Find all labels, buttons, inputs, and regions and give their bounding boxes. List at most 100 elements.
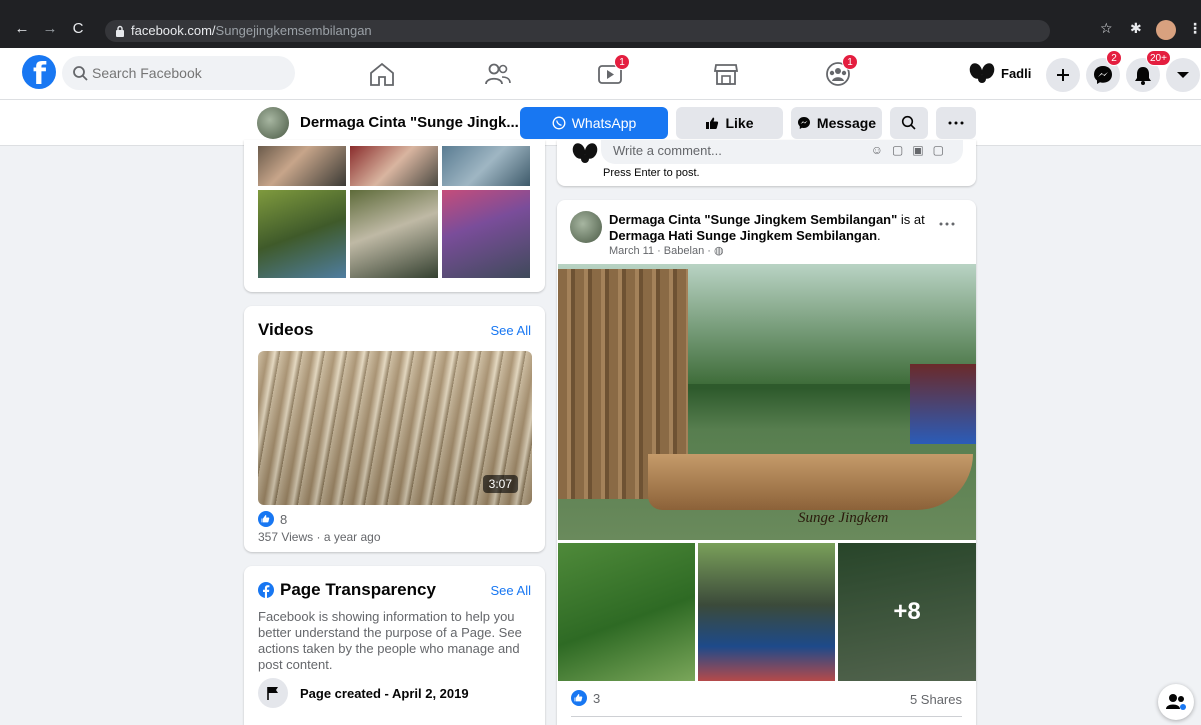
globe-icon: ◍ <box>713 245 724 257</box>
whatsapp-icon <box>552 116 566 130</box>
post-card: Dermaga Cinta "Sunge Jingkem Sembilangan… <box>557 200 976 725</box>
post-more-icon[interactable] <box>939 222 955 226</box>
commenter-avatar <box>572 143 598 163</box>
page-transparency-card: Page Transparency See All Facebook is sh… <box>244 566 545 725</box>
profile-shortcut[interactable]: Fadli <box>968 58 1031 88</box>
post-location-link[interactable]: Dermaga Hati Sunge Jingkem Sembilangan <box>609 228 877 243</box>
home-icon[interactable] <box>366 58 398 90</box>
page-more-button[interactable] <box>936 107 976 139</box>
contacts-icon <box>1166 694 1186 710</box>
flag-icon-wrap <box>258 678 288 708</box>
transparency-description: Facebook is showing information to help … <box>258 609 522 672</box>
thumbs-up-icon <box>706 117 719 129</box>
profile-name: Fadli <box>1001 65 1032 81</box>
search-box[interactable] <box>62 56 295 90</box>
friends-icon[interactable] <box>482 58 514 90</box>
background-sign <box>910 364 976 444</box>
url-text: facebook.com/Sungejingkemsembilangan <box>131 23 372 38</box>
post-author-link[interactable]: Dermaga Cinta "Sunge Jingkem Sembilangan… <box>609 212 897 227</box>
video-reactions[interactable]: 8 <box>258 511 287 527</box>
like-reaction-icon <box>571 690 587 706</box>
message-label: Message <box>816 115 877 131</box>
photo-thumbnail[interactable] <box>258 190 346 278</box>
comment-tool-icons[interactable]: ☺▢▣▢ <box>871 143 953 157</box>
post-image-thumbnail[interactable] <box>698 543 835 681</box>
whatsapp-label: WhatsApp <box>571 115 637 131</box>
profile-avatar <box>969 63 995 83</box>
photo-thumbnail[interactable] <box>350 190 438 278</box>
create-button[interactable] <box>1046 58 1080 92</box>
messenger-badge: 2 <box>1106 50 1122 66</box>
like-reaction-icon <box>258 511 274 527</box>
comment-input[interactable]: Write a comment... ☺▢▣▢ <box>601 140 963 164</box>
like-page-button[interactable]: Like <box>676 107 783 139</box>
reload-icon[interactable]: C <box>70 21 86 37</box>
page-search-button[interactable] <box>890 107 928 139</box>
url-path: Sungejingkemsembilangan <box>215 23 372 38</box>
videos-title: Videos <box>258 320 314 339</box>
transparency-title: Page Transparency <box>280 580 436 599</box>
post-header: Dermaga Cinta "Sunge Jingkem Sembilangan… <box>609 212 939 244</box>
extensions-icon[interactable]: ✱ <box>1130 20 1142 37</box>
post-date[interactable]: March 11 · Babelan · <box>609 245 714 257</box>
post-main-image[interactable]: Sunge Jingkem <box>558 264 976 540</box>
post-image-more[interactable]: +8 <box>838 543 976 681</box>
photo-thumbnail[interactable] <box>442 190 530 278</box>
search-icon <box>73 66 88 81</box>
video-thumbnail[interactable]: 3:07 <box>258 351 532 505</box>
facebook-small-icon <box>258 582 274 598</box>
videos-card: Videos See All 3:07 8 357 Views · a year… <box>244 306 545 552</box>
browser-toolbar: ← → C facebook.com/Sungejingkemsembilang… <box>0 0 1201 48</box>
videos-see-all-link[interactable]: See All <box>491 323 531 338</box>
photo-thumbnail[interactable] <box>350 146 438 186</box>
more-dots-icon <box>948 121 964 125</box>
page-title[interactable]: Dermaga Cinta "Sunge Jingk... <box>300 114 519 131</box>
groups-badge: 1 <box>842 54 858 70</box>
post-reaction-count: 3 <box>593 690 601 706</box>
photo-thumbnail[interactable] <box>258 146 346 186</box>
flag-icon <box>267 687 278 700</box>
comment-hint: Press Enter to post. <box>603 167 700 179</box>
transparency-see-all-link[interactable]: See All <box>491 583 531 598</box>
facebook-logo[interactable]: f <box>22 55 56 92</box>
messenger-small-icon <box>797 117 810 129</box>
video-reaction-count: 8 <box>280 511 288 527</box>
back-icon[interactable]: ← <box>14 21 30 37</box>
chrome-menu-icon[interactable]: ⋮ <box>1188 20 1201 37</box>
chrome-profile-avatar[interactable] <box>1156 20 1176 40</box>
account-menu-button[interactable] <box>1166 58 1200 92</box>
post-author-avatar[interactable] <box>570 211 602 243</box>
whatsapp-button[interactable]: WhatsApp <box>520 107 668 139</box>
image-caption: Sunge Jingkem <box>798 510 889 526</box>
search-icon <box>901 115 916 130</box>
forward-icon[interactable]: → <box>42 21 58 37</box>
post-shares[interactable]: 5 Shares <box>910 692 962 707</box>
post-reactions[interactable]: 3 <box>571 690 600 706</box>
like-label: Like <box>725 115 754 131</box>
new-message-button[interactable] <box>1158 684 1194 720</box>
facebook-header: f 1 1 Fadli 2 20+ <box>0 48 1201 100</box>
page-created-date: Page created - April 2, 2019 <box>300 686 469 701</box>
boat-hull <box>648 454 973 510</box>
more-photos-count: +8 <box>893 598 921 625</box>
comment-card: Write a comment... ☺▢▣▢ Press Enter to p… <box>557 140 976 186</box>
watch-badge: 1 <box>614 54 630 70</box>
marketplace-icon[interactable] <box>710 58 742 90</box>
address-bar[interactable]: facebook.com/Sungejingkemsembilangan <box>105 20 1050 42</box>
photos-card <box>244 140 545 292</box>
facebook-logo-glyph: f <box>33 57 47 92</box>
comment-placeholder: Write a comment... <box>613 143 722 158</box>
post-divider <box>571 716 962 717</box>
message-button[interactable]: Message <box>791 107 882 139</box>
search-input[interactable] <box>92 56 287 90</box>
url-domain: facebook.com/ <box>131 23 216 38</box>
plus-icon <box>1057 69 1069 81</box>
page-avatar[interactable] <box>257 107 289 139</box>
caret-down-icon <box>1177 72 1189 78</box>
post-is-at: is at <box>897 212 925 227</box>
post-image-thumbnail[interactable] <box>558 543 695 681</box>
video-duration: 3:07 <box>482 475 518 493</box>
photo-thumbnail[interactable] <box>442 146 530 186</box>
bookmark-star-icon[interactable]: ☆ <box>1100 20 1113 37</box>
post-location-end: . <box>877 228 881 243</box>
